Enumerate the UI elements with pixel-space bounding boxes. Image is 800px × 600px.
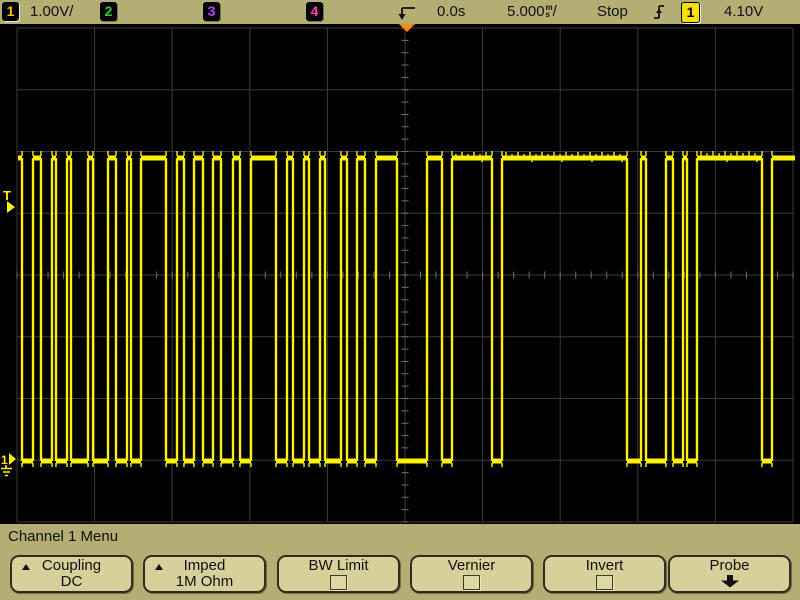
ground-marker-label: 1: [1, 453, 8, 467]
invert-checkbox: [596, 575, 613, 590]
softkey-invert[interactable]: Invert: [543, 555, 666, 593]
channel-1-scale: 1.00V/: [30, 3, 73, 20]
ground-marker-arrow: [9, 453, 16, 465]
scope-display: T1: [0, 24, 800, 524]
softkey-coupling[interactable]: Coupling DC: [10, 555, 133, 593]
softkey-menu: Channel 1 Menu Coupling DC Imped 1M Ohm …: [0, 524, 800, 600]
timebase-readout: 5.000 m s /: [507, 3, 557, 20]
up-arrow-icon: [155, 564, 163, 570]
channel-4-badge[interactable]: 4: [306, 2, 323, 21]
softkey-vernier[interactable]: Vernier: [410, 555, 533, 593]
trigger-position-icon: [398, 3, 418, 21]
channel-1-badge[interactable]: 1: [2, 2, 19, 21]
menu-title: Channel 1 Menu: [8, 528, 118, 545]
timebase-slash: /: [553, 3, 557, 20]
softkey-label: BW Limit: [279, 557, 398, 574]
bw-limit-checkbox: [330, 575, 347, 590]
softkey-label: Invert: [545, 557, 664, 574]
waveform-edges: [22, 158, 772, 461]
softkey-label: Imped: [184, 557, 226, 574]
softkey-bw-limit[interactable]: BW Limit: [277, 555, 400, 593]
trigger-level-arrow: [7, 201, 15, 213]
down-arrow-icon: [719, 575, 741, 588]
timebase-unit: m s: [546, 4, 553, 18]
softkey-label: Vernier: [412, 557, 531, 574]
time-delay: 0.0s: [437, 3, 465, 20]
up-arrow-icon: [22, 564, 30, 570]
softkey-label: Probe: [670, 557, 789, 574]
trigger-edge-icon: [652, 2, 666, 22]
timebase-value: 5.000: [507, 3, 545, 20]
softkey-impedance[interactable]: Imped 1M Ohm: [143, 555, 266, 593]
vernier-checkbox: [463, 575, 480, 590]
softkey-value: 1M Ohm: [145, 574, 264, 590]
channel-3-badge[interactable]: 3: [203, 2, 220, 21]
softkey-probe[interactable]: Probe: [668, 555, 791, 593]
trigger-source-badge[interactable]: 1: [681, 2, 700, 23]
run-status: Stop: [597, 3, 628, 20]
status-bar: 1 1.00V/ 2 3 4 0.0s 5.000 m s / Stop 1 4…: [0, 0, 800, 24]
trigger-level-marker: T: [3, 188, 11, 203]
softkey-label: Coupling: [42, 557, 101, 574]
channel-2-badge[interactable]: 2: [100, 2, 117, 21]
trigger-level-readout: 4.10V: [724, 3, 763, 20]
oscilloscope-screen: 1 1.00V/ 2 3 4 0.0s 5.000 m s / Stop 1 4…: [0, 0, 800, 600]
softkey-value: DC: [12, 574, 131, 590]
